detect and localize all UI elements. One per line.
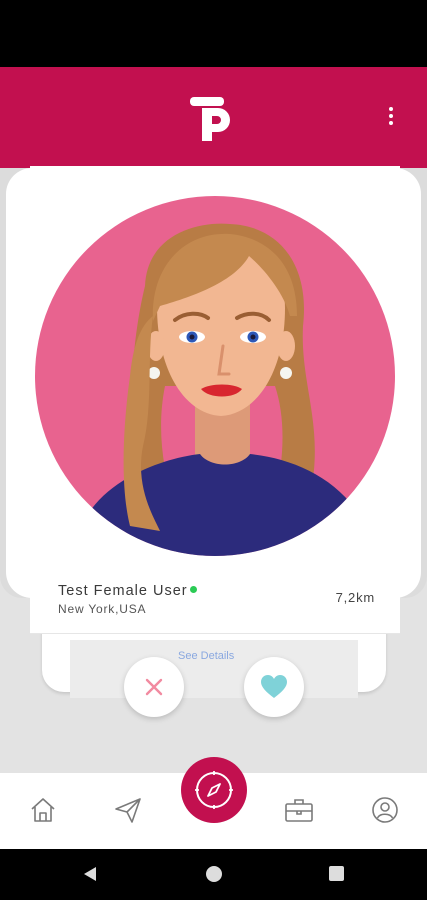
system-navigation-bar [0, 849, 427, 900]
explore-button[interactable] [181, 757, 247, 823]
back-icon[interactable] [82, 866, 98, 882]
status-bar [0, 0, 427, 67]
profile-location: New York,USA [58, 602, 147, 616]
card-stack-lower [70, 640, 358, 698]
recent-apps-icon[interactable] [329, 866, 344, 881]
dislike-button[interactable] [124, 657, 184, 717]
send-icon[interactable] [113, 795, 143, 825]
profile-distance: 7,2km [335, 590, 375, 605]
close-icon [145, 678, 163, 696]
user-icon[interactable] [370, 795, 400, 825]
see-details-link[interactable]: See Details [178, 650, 234, 662]
like-button[interactable] [244, 657, 304, 717]
briefcase-icon[interactable] [284, 795, 314, 825]
more-vertical-icon[interactable] [387, 107, 395, 129]
home-circle-icon[interactable] [206, 866, 222, 882]
home-icon[interactable] [28, 795, 58, 825]
compass-icon [195, 771, 233, 809]
heart-icon [261, 675, 287, 698]
app-logo [190, 97, 230, 141]
profile-avatar [35, 196, 395, 556]
app-header [0, 67, 427, 175]
online-status-indicator [189, 586, 197, 593]
profile-name: Test Female User [58, 583, 197, 599]
